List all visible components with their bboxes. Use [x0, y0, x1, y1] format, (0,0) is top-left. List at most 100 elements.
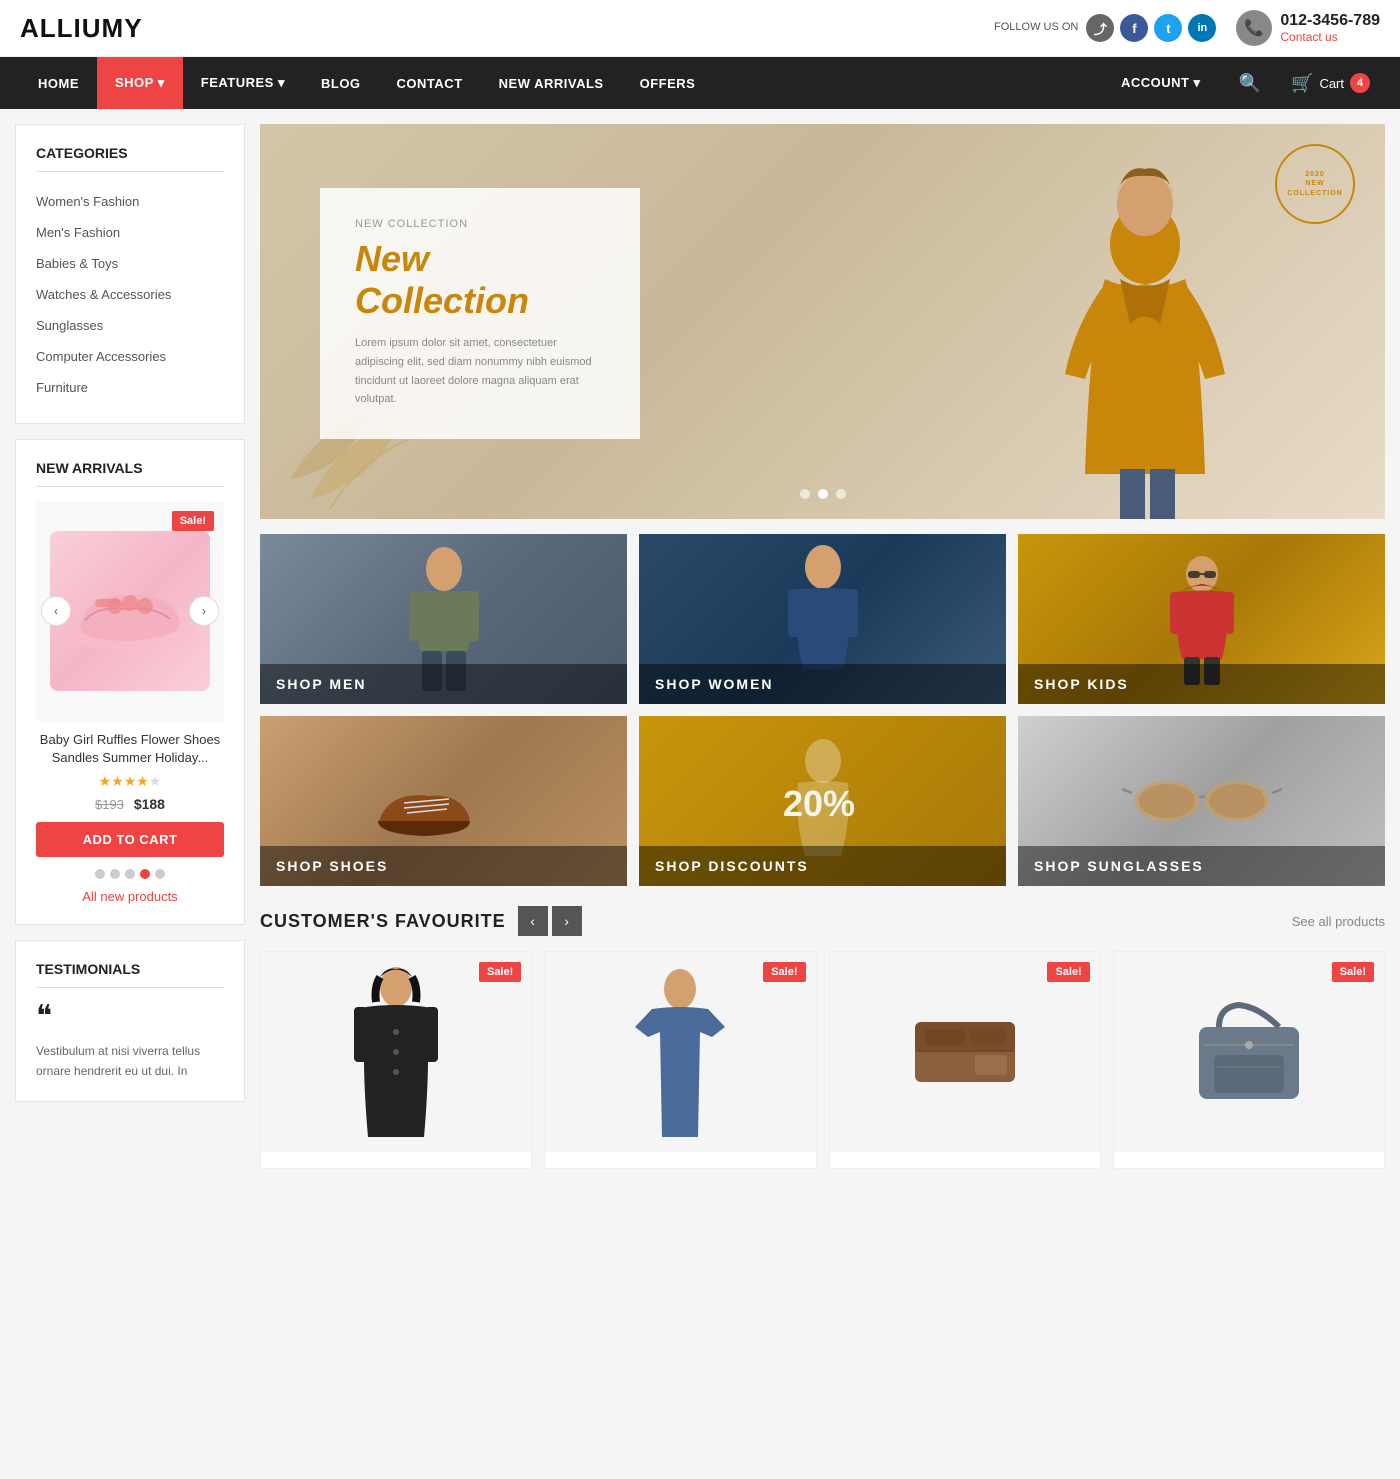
hero-desc: Lorem ipsum dolor sit amet, consectetuer… — [355, 334, 605, 409]
nav-account[interactable]: ACCOUNT ▾ — [1103, 57, 1219, 109]
shop-kids-card[interactable]: SHOP KIDS — [1018, 534, 1385, 704]
product-card-2: Sale! — [544, 951, 816, 1169]
dot-2[interactable] — [110, 869, 120, 879]
nav-offers[interactable]: OFFERS — [622, 58, 714, 109]
cart-count: 4 — [1350, 73, 1370, 93]
shop-discounts-card[interactable]: 20% SHOP DISCOUNTS — [639, 716, 1006, 886]
product-img-2: Sale! — [545, 952, 815, 1152]
sunglasses-illustration — [1122, 761, 1282, 841]
favourite-next-button[interactable]: › — [552, 906, 582, 936]
products-row: Sale! — [260, 951, 1385, 1169]
product-stars: ★★★★★ — [36, 773, 224, 790]
customer-favourite-title: CUSTOMER'S FAVOURITE — [260, 911, 506, 932]
shop-sunglasses-card[interactable]: SHOP SUNGLASSES — [1018, 716, 1385, 886]
sale-badge-3: Sale! — [1047, 962, 1089, 982]
coat-illustration — [346, 957, 446, 1147]
dot-5[interactable] — [155, 869, 165, 879]
product-img-3: Sale! — [830, 952, 1100, 1152]
testimonials-card: TESTIMONIALS ❝ Vestibulum at nisi viverr… — [15, 940, 245, 1101]
slider-prev-button[interactable]: ‹ — [41, 596, 71, 626]
dot-1[interactable] — [95, 869, 105, 879]
search-button[interactable]: 🔍 — [1229, 63, 1271, 104]
sidebar: CATEGORIES Women's Fashion Men's Fashion… — [0, 109, 260, 1184]
dot-4[interactable] — [140, 869, 150, 879]
hero-subtitle: New Collection — [355, 218, 605, 230]
categories-card: CATEGORIES Women's Fashion Men's Fashion… — [15, 124, 245, 424]
product-card-4: Sale! — [1113, 951, 1385, 1169]
nav-blog[interactable]: BLOG — [303, 58, 379, 109]
cart-label: Cart — [1319, 76, 1344, 91]
share-icon[interactable]: ⤴ — [1086, 14, 1114, 42]
slider-next-button[interactable]: › — [189, 596, 219, 626]
quote-icon: ❝ — [36, 1002, 224, 1032]
category-mens-fashion[interactable]: Men's Fashion — [36, 217, 224, 248]
old-price: $193 — [95, 797, 124, 812]
shop-men-label: SHOP MEN — [260, 664, 627, 704]
customer-favourite-header: CUSTOMER'S FAVOURITE ‹ › See all product… — [260, 906, 1385, 936]
social-icons: ⤴ f t in — [1086, 14, 1216, 42]
dot-3[interactable] — [125, 869, 135, 879]
hero-dot-3[interactable] — [836, 489, 846, 499]
shop-kids-label: SHOP KIDS — [1018, 664, 1385, 704]
see-all-products[interactable]: See all products — [1292, 914, 1385, 929]
contact-link[interactable]: Contact us — [1280, 30, 1380, 44]
category-womens-fashion[interactable]: Women's Fashion — [36, 186, 224, 217]
cart-button[interactable]: 🛒 Cart 4 — [1281, 63, 1380, 104]
nav-right: ACCOUNT ▾ 🔍 🛒 Cart 4 — [1103, 57, 1380, 109]
hero-title: New Collection — [355, 238, 605, 322]
contact-info: 📞 012-3456-789 Contact us — [1236, 10, 1380, 46]
hero-model — [1005, 124, 1285, 519]
product-card-body-3 — [830, 1152, 1100, 1168]
main-content: New Collection New Collection Lorem ipsu… — [260, 109, 1400, 1184]
favourite-prev-button[interactable]: ‹ — [518, 906, 548, 936]
testimonials-title: TESTIMONIALS — [36, 961, 224, 988]
section-nav: ‹ › — [518, 906, 582, 936]
all-products-link[interactable]: All new products — [36, 889, 224, 904]
product-image-wrap: Sale! ‹ — [36, 501, 224, 721]
category-sunglasses[interactable]: Sunglasses — [36, 310, 224, 341]
nav-shop[interactable]: SHOP ▾ — [97, 57, 183, 109]
shop-grid: SHOP MEN SHOP WOMEN — [260, 534, 1385, 886]
shop-men-card[interactable]: SHOP MEN — [260, 534, 627, 704]
sale-badge-4: Sale! — [1332, 962, 1374, 982]
add-to-cart-button[interactable]: Add to cart — [36, 822, 224, 857]
phone-icon: 📞 — [1236, 10, 1272, 46]
shoes-illustration — [369, 751, 519, 851]
bag-illustration — [1189, 997, 1309, 1107]
hero-dot-1[interactable] — [800, 489, 810, 499]
product-card-body-4 — [1114, 1152, 1384, 1168]
shop-women-label: SHOP WOMEN — [639, 664, 1006, 704]
facebook-icon[interactable]: f — [1120, 14, 1148, 42]
category-computer[interactable]: Computer Accessories — [36, 341, 224, 372]
product-card-body-2 — [545, 1152, 815, 1168]
follow-us: FOLLOW US ON ⤴ f t in — [994, 14, 1216, 42]
shop-shoes-card[interactable]: SHOP SHOES — [260, 716, 627, 886]
testimonial-text: Vestibulum at nisi viverra tellus ornare… — [36, 1042, 224, 1080]
main-layout: CATEGORIES Women's Fashion Men's Fashion… — [0, 109, 1400, 1184]
nav-home[interactable]: HOME — [20, 58, 97, 109]
category-furniture[interactable]: Furniture — [36, 372, 224, 403]
new-arrivals-card: NEW ARRIVALS Sale! — [15, 439, 245, 925]
slider-dots — [36, 869, 224, 879]
category-watches[interactable]: Watches & Accessories — [36, 279, 224, 310]
nav-contact[interactable]: CONTACT — [379, 58, 481, 109]
top-bar: ALLIUMY FOLLOW US ON ⤴ f t in 📞 012-3456… — [0, 0, 1400, 57]
new-arrivals-title: NEW ARRIVALS — [36, 460, 224, 487]
linkedin-icon[interactable]: in — [1188, 14, 1216, 42]
hero-banner: New Collection New Collection Lorem ipsu… — [260, 124, 1385, 519]
twitter-icon[interactable]: t — [1154, 14, 1182, 42]
tshirt-illustration — [630, 957, 730, 1147]
sale-badge-2: Sale! — [763, 962, 805, 982]
hero-text-block: New Collection New Collection Lorem ipsu… — [320, 188, 640, 439]
shop-women-card[interactable]: SHOP WOMEN — [639, 534, 1006, 704]
shoe-illustration — [60, 561, 200, 661]
cart-icon: 🛒 — [1291, 73, 1313, 94]
hero-dot-2[interactable] — [818, 489, 828, 499]
nav-new-arrivals[interactable]: NEW ARRIVALS — [481, 58, 622, 109]
product-img-1: Sale! — [261, 952, 531, 1152]
logo: ALLIUMY — [20, 13, 143, 44]
shop-shoes-label: SHOP SHOES — [260, 846, 627, 886]
nav-features[interactable]: FEATURES ▾ — [183, 57, 303, 109]
sale-badge-1: Sale! — [479, 962, 521, 982]
category-babies-toys[interactable]: Babies & Toys — [36, 248, 224, 279]
